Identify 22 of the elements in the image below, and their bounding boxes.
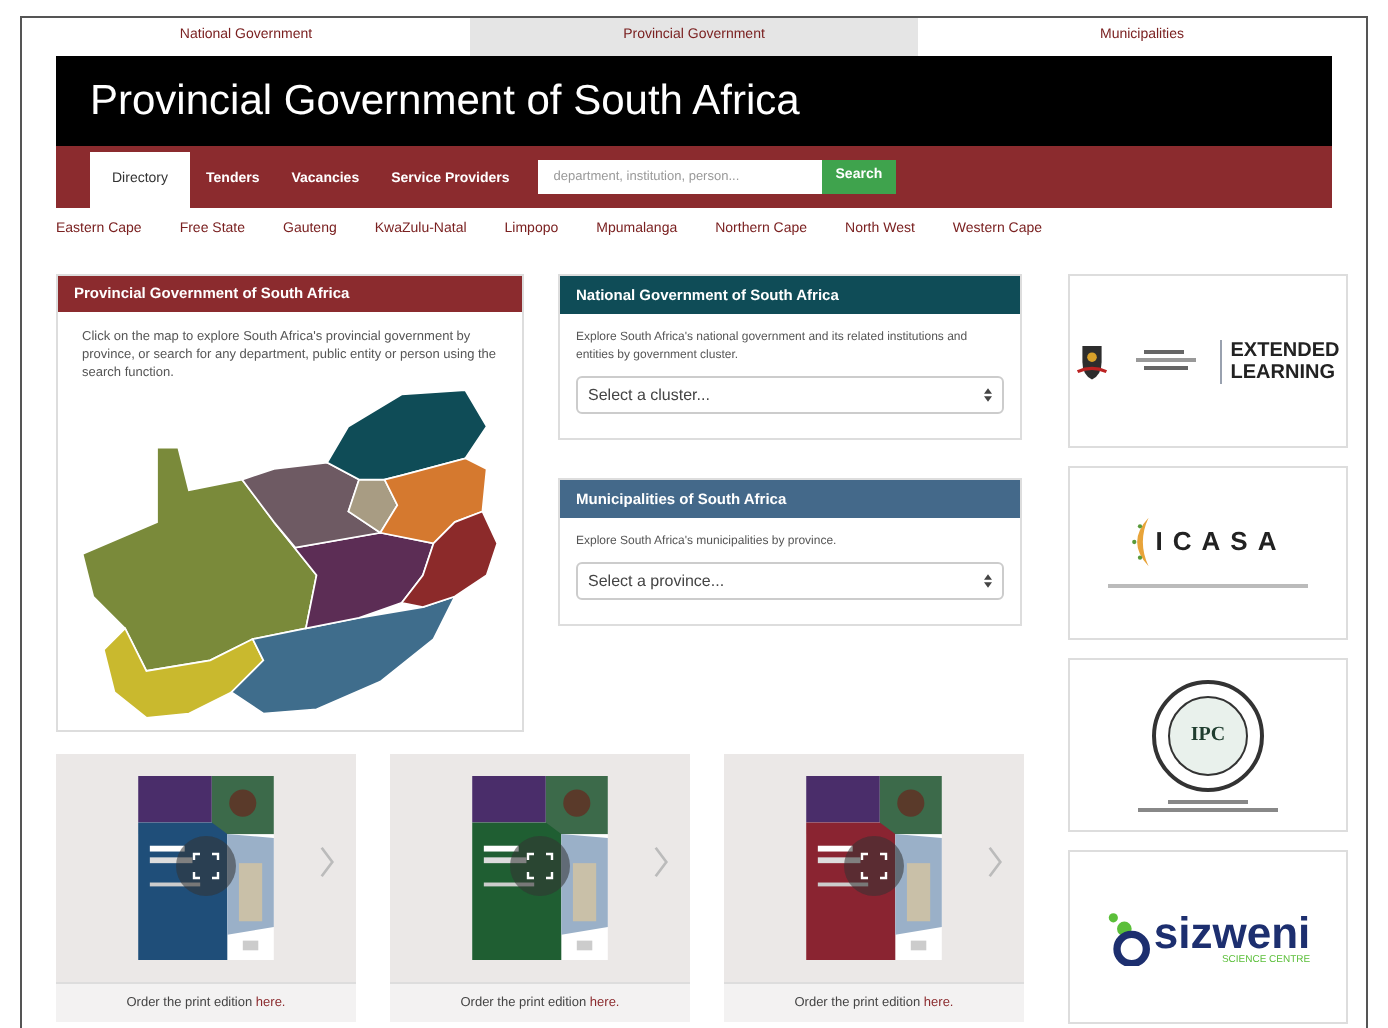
sponsor-logo-card[interactable]: IPC — [1068, 658, 1348, 832]
fullscreen-icon[interactable] — [844, 836, 904, 896]
tagline-icon — [1138, 799, 1278, 811]
shield-icon — [1076, 341, 1109, 381]
fullscreen-icon[interactable] — [510, 836, 570, 896]
tagline-icon — [1108, 584, 1308, 590]
sponsor-logo-card[interactable]: EXTENDED LEARNING — [1068, 274, 1348, 448]
select-dropdown[interactable]: Select a cluster... — [576, 376, 1004, 414]
site-title: Provincial Government of South Africa — [90, 75, 800, 128]
logo-text: LEARNING — [1230, 361, 1337, 383]
logo-text: IPC — [1190, 722, 1226, 750]
select-dropdown[interactable]: Select a province... — [576, 562, 1004, 600]
logo-text: sizweni — [1153, 911, 1311, 955]
logo-text: ICASA — [1155, 524, 1287, 561]
bubbles-icon — [1105, 909, 1150, 965]
dropdown-arrows-icon — [984, 574, 992, 588]
map-drawing[interactable] — [80, 389, 498, 719]
dropdown-arrows-icon — [984, 388, 992, 402]
fullscreen-icon[interactable] — [176, 836, 236, 896]
logo-text: EXTENDED — [1230, 339, 1340, 361]
sponsor-logo-card[interactable]: ICASA — [1068, 466, 1348, 640]
crescent-icon — [1129, 516, 1150, 568]
